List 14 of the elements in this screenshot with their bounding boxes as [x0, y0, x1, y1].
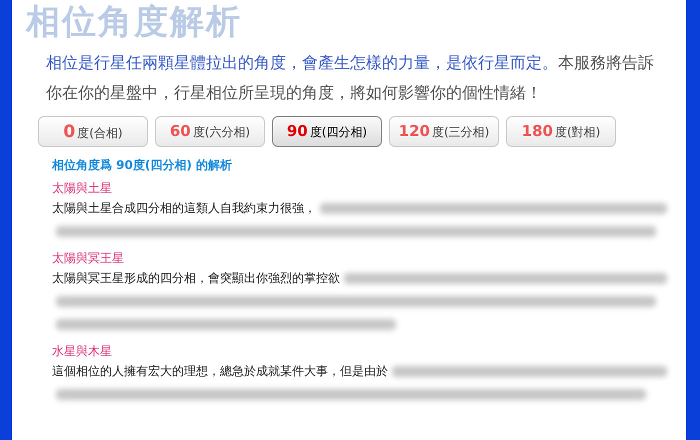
aspect-title: 太陽與土星	[52, 180, 113, 197]
angle-tab[interactable]: 180 度(對相)	[506, 116, 616, 147]
aspect-text: 這個相位的人擁有宏大的理想，總急於成就某件大事，但是由於	[52, 363, 388, 380]
aspect-text: 太陽與冥王星形成的四分相，會突顯出你強烈的掌控欲	[52, 270, 340, 287]
aspect-text: 太陽與土星合成四分相的這類人自我約束力很強，	[52, 200, 316, 217]
banner-title: 相位角度解析	[24, 1, 243, 44]
intro-text: 相位是行星任兩顆星體拉出的角度，會產生怎樣的力量，是依行星而定。本服務將告訴你在你的星盤中，行星相位所呈現的角度，將如何影響你的個性情緒！	[46, 52, 655, 104]
section-heading: 相位角度爲 90度(四分相) 的解析	[52, 157, 234, 173]
angle-tab[interactable]: 60 度(六分相)	[155, 116, 265, 147]
aspect-title: 水星與木星	[52, 343, 113, 360]
angle-tab[interactable]: 0 度(合相)	[38, 116, 148, 147]
angle-tab[interactable]: 90 度(四分相)	[272, 116, 382, 147]
aspect-title: 太陽與冥王星	[52, 250, 125, 267]
angle-tab[interactable]: 120 度(三分相)	[389, 116, 499, 147]
